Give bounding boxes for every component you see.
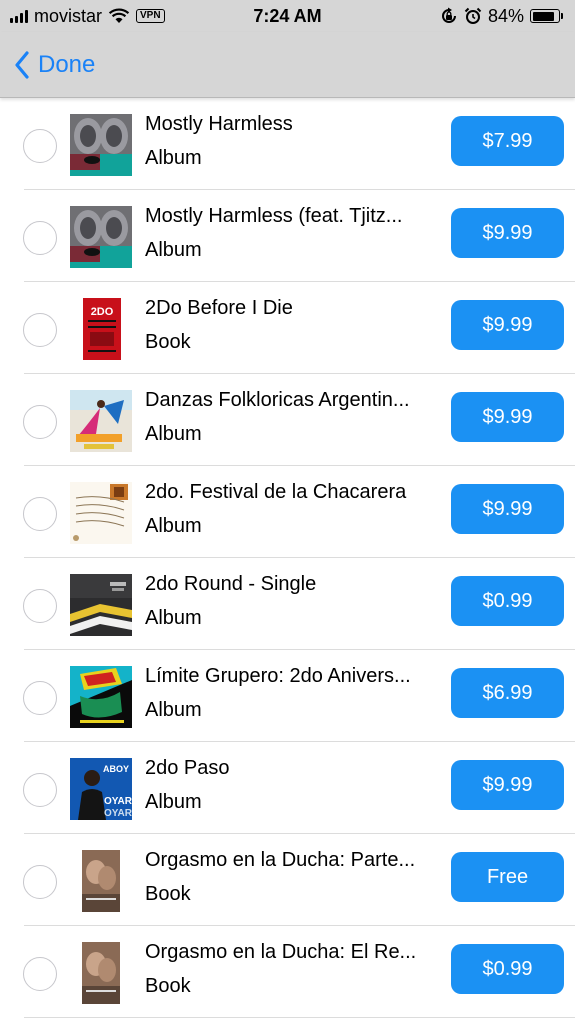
alarm-icon <box>464 7 482 24</box>
item-title: Orgasmo en la Ducha: El Re... <box>145 941 417 963</box>
list-item[interactable]: Orgasmo en la Ducha: Parte... Book Free <box>0 834 575 926</box>
signal-icon <box>10 9 28 23</box>
svg-text:ABOY: ABOY <box>103 764 129 774</box>
item-type: Album <box>145 147 202 169</box>
select-radio[interactable] <box>23 865 57 899</box>
item-type: Album <box>145 607 202 629</box>
select-radio[interactable] <box>23 129 57 163</box>
vpn-badge: VPN <box>136 9 165 23</box>
item-title: 2do Paso <box>145 757 230 779</box>
price-button[interactable]: $9.99 <box>451 760 564 810</box>
list-item[interactable]: ABOY OYAR OYAR 2do Paso Album $9.99 <box>0 742 575 834</box>
list-item[interactable]: Límite Grupero: 2do Anivers... Album $6.… <box>0 650 575 742</box>
item-title: Danzas Folkloricas Argentin... <box>145 389 410 411</box>
select-radio[interactable] <box>23 221 57 255</box>
item-title: Mostly Harmless (feat. Tjitz... <box>145 205 403 227</box>
select-radio[interactable] <box>23 497 57 531</box>
artwork-thumbnail <box>70 114 132 176</box>
price-button[interactable]: Free <box>451 852 564 902</box>
artwork-thumbnail <box>70 850 132 912</box>
price-button[interactable]: $9.99 <box>451 392 564 442</box>
status-left: movistar VPN <box>10 6 165 27</box>
price-button[interactable]: $9.99 <box>451 208 564 258</box>
rotation-lock-icon <box>442 7 456 23</box>
wifi-icon <box>108 8 130 23</box>
item-type: Book <box>145 883 191 905</box>
artwork-thumbnail <box>70 390 132 452</box>
svg-text:OYAR: OYAR <box>104 796 132 807</box>
price-button[interactable]: $0.99 <box>451 576 564 626</box>
list-item[interactable]: 2do. Festival de la Chacarera Album $9.9… <box>0 466 575 558</box>
list-item[interactable]: Mostly Harmless (feat. Tjitz... Album $9… <box>0 190 575 282</box>
battery-icon <box>530 9 563 23</box>
item-type: Album <box>145 239 202 261</box>
item-title: 2Do Before I Die <box>145 297 293 319</box>
done-label: Done <box>38 50 96 78</box>
item-type: Album <box>145 515 202 537</box>
select-radio[interactable] <box>23 773 57 807</box>
price-button[interactable]: $0.99 <box>451 944 564 994</box>
artwork-thumbnail <box>70 574 132 636</box>
carrier-label: movistar <box>34 5 103 26</box>
item-title: Mostly Harmless <box>145 113 293 135</box>
item-type: Album <box>145 791 202 813</box>
price-button[interactable]: $9.99 <box>451 484 564 534</box>
select-radio[interactable] <box>23 681 57 715</box>
navigation-bar: Done <box>0 32 575 98</box>
list-item[interactable]: 2DO 2Do Before I Die Book $9.99 <box>0 282 575 374</box>
select-radio[interactable] <box>23 957 57 991</box>
status-bar: movistar VPN 7:24 AM 84% <box>0 0 575 32</box>
svg-text:2DO: 2DO <box>91 306 114 318</box>
item-title: 2do Round - Single <box>145 573 317 595</box>
battery-percent: 84% <box>487 5 524 26</box>
list-item[interactable]: 2do Round - Single Album $0.99 <box>0 558 575 650</box>
artwork-thumbnail: 2DO <box>70 298 132 360</box>
chevron-left-icon <box>15 50 29 79</box>
price-button[interactable]: $7.99 <box>451 116 564 166</box>
price-button[interactable]: $6.99 <box>451 668 564 718</box>
item-type: Album <box>145 423 202 445</box>
select-radio[interactable] <box>23 313 57 347</box>
artwork-thumbnail <box>70 482 132 544</box>
list-item[interactable]: Orgasmo en la Ducha: El Re... Book $0.99 <box>0 926 575 1018</box>
purchase-list: Mostly Harmless Album $7.99 Mostly Harml… <box>0 98 575 1024</box>
list-item[interactable]: Mostly Harmless Album $7.99 <box>0 98 575 190</box>
select-radio[interactable] <box>23 589 57 623</box>
status-right: 84% <box>440 6 563 27</box>
svg-text:OYAR: OYAR <box>104 808 132 819</box>
item-type: Book <box>145 975 191 997</box>
item-type: Book <box>145 331 191 353</box>
price-button[interactable]: $9.99 <box>451 300 564 350</box>
item-title: 2do. Festival de la Chacarera <box>145 481 407 503</box>
artwork-thumbnail <box>70 942 132 1004</box>
artwork-thumbnail <box>70 206 132 268</box>
list-item[interactable]: Danzas Folkloricas Argentin... Album $9.… <box>0 374 575 466</box>
done-button[interactable]: Done <box>14 51 95 79</box>
artwork-thumbnail <box>70 666 132 728</box>
item-title: Orgasmo en la Ducha: Parte... <box>145 849 416 871</box>
select-radio[interactable] <box>23 405 57 439</box>
item-type: Album <box>145 699 202 721</box>
artwork-thumbnail: ABOY OYAR OYAR <box>70 758 132 820</box>
item-title: Límite Grupero: 2do Anivers... <box>145 665 411 687</box>
